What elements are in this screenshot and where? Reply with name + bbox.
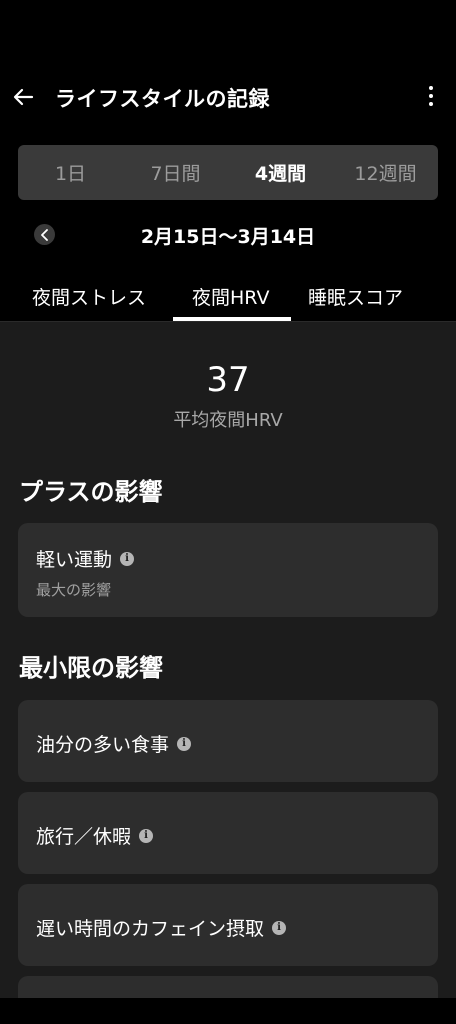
period-12weeks[interactable]: 12週間	[333, 145, 438, 200]
previous-period-button[interactable]	[34, 224, 55, 245]
period-7days[interactable]: 7日間	[123, 145, 228, 200]
impact-card-light-exercise[interactable]: 軽い運動 i 最大の影響	[18, 523, 438, 617]
card-label: 油分の多い食事	[36, 734, 170, 756]
minimal-impact-title: 最小限の影響	[19, 654, 163, 682]
content-panel: 37 平均夜間HRV プラスの影響 軽い運動 i 最大の影響 最小限の影響 油分…	[0, 321, 456, 998]
card-title: 油分の多い食事 i	[36, 730, 192, 757]
average-hrv-label: 平均夜間HRV	[173, 410, 283, 431]
card-label: 軽い運動	[36, 549, 113, 571]
tab-night-stress[interactable]: 夜間ストレス	[32, 283, 146, 310]
metric-tabs: 夜間ストレス 夜間HRV 睡眠スコア	[0, 270, 456, 322]
more-vertical-icon[interactable]	[426, 82, 436, 110]
positive-impact-title: プラスの影響	[19, 478, 163, 506]
info-icon[interactable]: i	[177, 736, 192, 751]
app-header: ライフスタイルの記録	[0, 72, 456, 120]
average-hrv-value: 37	[206, 360, 250, 400]
tab-sleep-score[interactable]: 睡眠スコア	[308, 283, 403, 310]
page-title: ライフスタイルの記録	[55, 87, 270, 111]
info-icon[interactable]: i	[139, 828, 154, 843]
card-title: 遅い時間のカフェイン摂取 i	[36, 914, 287, 941]
back-button[interactable]	[10, 84, 36, 110]
impact-card-partial[interactable]	[18, 976, 438, 998]
period-1day[interactable]: 1日	[18, 145, 123, 200]
card-subtitle: 最大の影響	[36, 581, 112, 599]
date-range-row: 2月15日〜3月14日	[0, 222, 456, 252]
card-title: 軽い運動 i	[36, 545, 135, 572]
impact-card-late-caffeine[interactable]: 遅い時間のカフェイン摂取 i	[18, 884, 438, 966]
arrow-left-icon	[13, 88, 34, 106]
tab-night-hrv[interactable]: 夜間HRV	[192, 283, 269, 310]
card-label: 旅行／休暇	[36, 826, 132, 848]
chevron-left-icon	[40, 228, 48, 241]
impact-card-travel[interactable]: 旅行／休暇 i	[18, 792, 438, 874]
date-range-text: 2月15日〜3月14日	[140, 226, 316, 248]
info-icon[interactable]: i	[272, 920, 287, 935]
impact-card-oily-food[interactable]: 油分の多い食事 i	[18, 700, 438, 782]
period-4weeks[interactable]: 4週間	[228, 145, 333, 200]
period-selector: 1日 7日間 4週間 12週間	[18, 145, 438, 200]
card-label: 遅い時間のカフェイン摂取	[36, 918, 265, 940]
card-title: 旅行／休暇 i	[36, 822, 154, 849]
info-icon[interactable]: i	[120, 551, 135, 566]
